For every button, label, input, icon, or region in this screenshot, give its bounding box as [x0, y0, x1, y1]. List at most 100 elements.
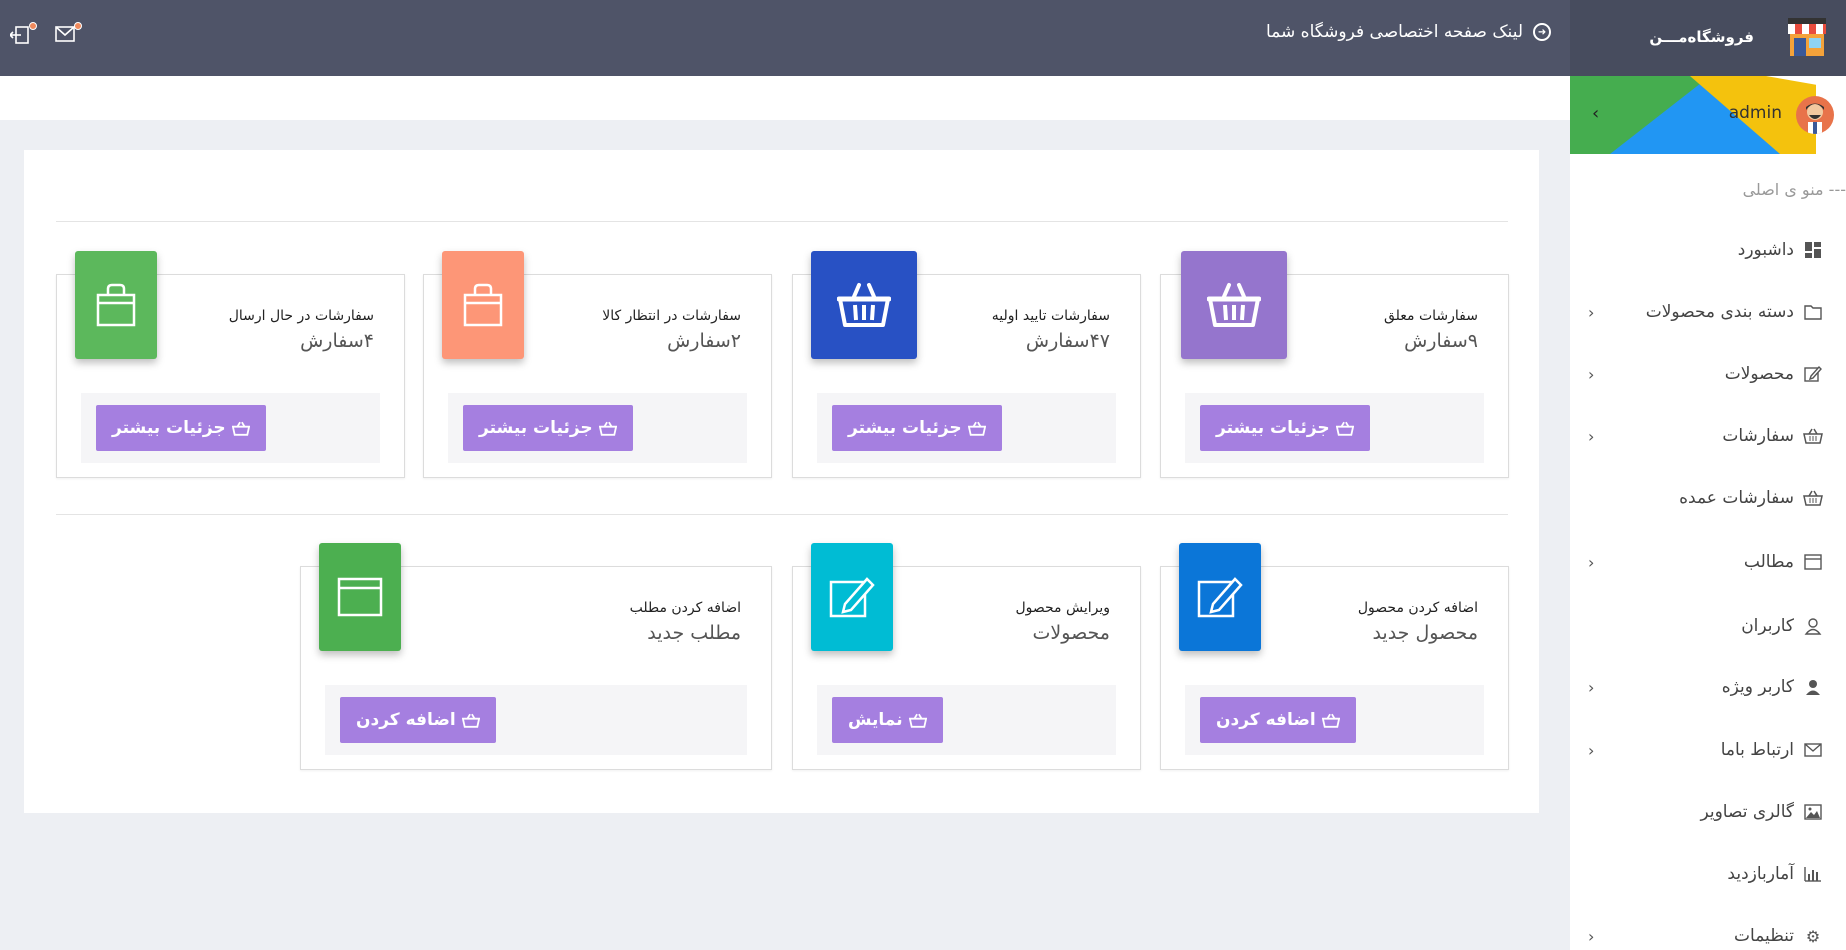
card-add-product: اضافه کردن محصول محصول جدید اضافه کردن: [1160, 543, 1509, 770]
profile-panel[interactable]: admin ‹: [1570, 76, 1846, 154]
add-post-button[interactable]: اضافه کردن: [340, 697, 496, 743]
store-logo-icon: [1788, 18, 1826, 56]
basket-icon: [967, 421, 986, 436]
bag-icon: [442, 251, 524, 359]
profile-name: admin: [1728, 103, 1782, 123]
chevron-left-icon: ‹: [1588, 740, 1595, 760]
user-outline-icon: [1802, 617, 1824, 635]
sidebar-item-settings[interactable]: ⚙ تنظیمات ‹: [1570, 916, 1846, 950]
button-label: جزئیات بیشتر: [479, 418, 593, 438]
order-card-pending: سفارشات معلق ۹سفارش جزئیات بیشتر: [1160, 251, 1509, 478]
folder-icon: [1802, 304, 1824, 320]
card-title: سفارشات در انتظار کالا: [602, 308, 741, 324]
card-footer: اضافه کردن: [325, 685, 747, 755]
basket-icon: [1181, 251, 1287, 359]
sidebar-item-stats[interactable]: آماربازدید: [1570, 854, 1846, 894]
card-footer: جزئیات بیشتر: [81, 393, 380, 463]
details-button[interactable]: جزئیات بیشتر: [1200, 405, 1370, 451]
sidebar-item-label: سفارشات: [1722, 426, 1794, 446]
order-card-shipping: سفارشات در حال ارسال ۴سفارش جزئیات بیشتر: [56, 251, 405, 478]
sidebar-item-label: کاربران: [1741, 616, 1794, 636]
logo-text: فروشگاه‌مـــن: [1649, 28, 1754, 46]
card-title: سفارشات تایید اولیه: [991, 308, 1110, 324]
basket-icon: [598, 421, 617, 436]
card-value: ۴سفارش: [300, 330, 374, 352]
top-bar: فروشگاه‌مـــن ➜ لینک صفحه اختصاصی فروشگا…: [0, 0, 1846, 76]
sidebar: admin ‹ --- منو ی اصلی داشبورد دسته بندی…: [1570, 76, 1846, 950]
basket-icon: [231, 421, 250, 436]
divider: [56, 221, 1508, 222]
sidebar-item-vip-users[interactable]: کاربر ویژه ‹: [1570, 667, 1846, 707]
bar-chart-icon: [1802, 866, 1824, 882]
window-icon: [1802, 554, 1824, 570]
notification-dot: [74, 22, 82, 30]
sidebar-item-products[interactable]: محصولات ‹: [1570, 354, 1846, 394]
sidebar-item-gallery[interactable]: گالری تصاویر: [1570, 792, 1846, 832]
chevron-left-icon: ‹: [1588, 677, 1595, 697]
card-edit-product: ویرایش محصول محصولات نمایش: [792, 543, 1141, 770]
sidebar-item-label: داشبورد: [1737, 240, 1794, 260]
notification-dot: [29, 22, 37, 30]
button-label: اضافه کردن: [356, 710, 456, 730]
sidebar-item-posts[interactable]: مطالب ‹: [1570, 542, 1846, 582]
basket-icon: [1802, 490, 1824, 506]
content-header-strip: [0, 76, 1570, 120]
sidebar-item-wholesale-orders[interactable]: سفارشات عمده: [1570, 478, 1846, 518]
card-title: سفارشات معلق: [1383, 308, 1478, 324]
sidebar-item-orders[interactable]: سفارشات ‹: [1570, 416, 1846, 456]
chevron-left-icon: ‹: [1588, 302, 1595, 322]
card-footer: جزئیات بیشتر: [448, 393, 747, 463]
card-footer: نمایش: [817, 685, 1116, 755]
details-button[interactable]: جزئیات بیشتر: [96, 405, 266, 451]
store-link[interactable]: ➜ لینک صفحه اختصاصی فروشگاه شما: [1266, 22, 1551, 42]
divider: [56, 514, 1508, 515]
logout-button[interactable]: [8, 22, 37, 44]
logo-area[interactable]: فروشگاه‌مـــن: [1570, 0, 1846, 76]
gear-icon: ⚙: [1805, 926, 1821, 946]
sidebar-item-label: محصولات: [1724, 364, 1794, 384]
chevron-left-icon: ‹: [1588, 926, 1595, 946]
button-label: اضافه کردن: [1216, 710, 1316, 730]
avatar: [1796, 96, 1834, 134]
sidebar-item-users[interactable]: کاربران: [1570, 606, 1846, 646]
card-value: مطلب جدید: [647, 622, 741, 644]
basket-icon: [1802, 428, 1824, 444]
button-label: نمایش: [848, 710, 903, 730]
mail-icon: [1802, 743, 1824, 757]
sidebar-item-label: سفارشات عمده: [1679, 488, 1794, 508]
button-label: جزئیات بیشتر: [848, 418, 962, 438]
edit-icon: [811, 543, 893, 651]
add-product-button[interactable]: اضافه کردن: [1200, 697, 1356, 743]
card-add-post: اضافه کردن مطلب مطلب جدید اضافه کردن: [300, 543, 772, 770]
basket-icon: [908, 713, 927, 728]
sidebar-item-label: گالری تصاویر: [1700, 802, 1794, 822]
card-value: محصولات: [1032, 622, 1110, 644]
edit-icon: [1802, 365, 1824, 383]
sidebar-item-label: مطالب: [1743, 552, 1794, 572]
sidebar-item-dashboard[interactable]: داشبورد: [1570, 230, 1846, 270]
order-card-approved: سفارشات تایید اولیه ۴۷سفارش جزئیات بیشتر: [792, 251, 1141, 478]
button-label: جزئیات بیشتر: [112, 418, 226, 438]
details-button[interactable]: جزئیات بیشتر: [832, 405, 1002, 451]
sidebar-item-label: ارتباط باما: [1720, 740, 1794, 760]
sidebar-item-contact[interactable]: ارتباط باما ‹: [1570, 730, 1846, 770]
mail-icon: [55, 26, 75, 42]
show-products-button[interactable]: نمایش: [832, 697, 943, 743]
order-card-awaiting-goods: سفارشات در انتظار کالا ۲سفارش جزئیات بیش…: [423, 251, 772, 478]
card-footer: اضافه کردن: [1185, 685, 1484, 755]
store-link-label: لینک صفحه اختصاصی فروشگاه شما: [1266, 22, 1523, 42]
window-icon: [319, 543, 401, 651]
chevron-left-icon: ‹: [1588, 552, 1595, 572]
chevron-left-icon: ‹: [1588, 426, 1595, 446]
messages-button[interactable]: [55, 22, 82, 44]
card-value: ۲سفارش: [667, 330, 741, 352]
basket-icon: [1321, 713, 1340, 728]
details-button[interactable]: جزئیات بیشتر: [463, 405, 633, 451]
sidebar-item-label: دسته بندی محصولات: [1645, 302, 1794, 322]
sidebar-item-categories[interactable]: دسته بندی محصولات ‹: [1570, 292, 1846, 332]
card-value: محصول جدید: [1372, 622, 1478, 644]
chevron-left-icon[interactable]: ‹: [1592, 103, 1599, 124]
basket-icon: [811, 251, 917, 359]
menu-title: --- منو ی اصلی: [1742, 180, 1846, 199]
card-title: سفارشات در حال ارسال: [228, 308, 374, 324]
